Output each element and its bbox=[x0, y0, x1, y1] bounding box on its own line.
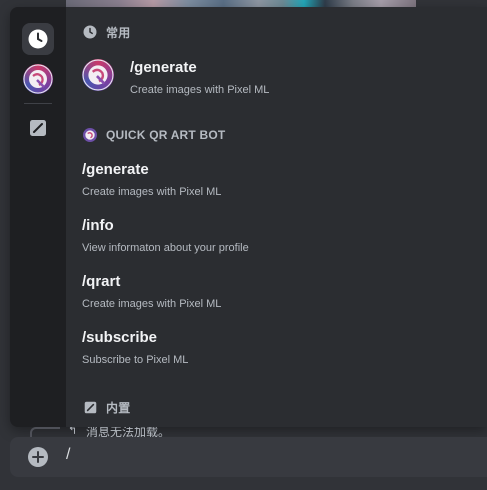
bot-command-qrart[interactable]: /qrart Create images with Pixel ML bbox=[82, 273, 487, 311]
clock-icon bbox=[83, 25, 97, 39]
add-attachment-button[interactable] bbox=[28, 447, 48, 467]
section-builtin-title: 内置 bbox=[106, 400, 131, 415]
command-name: /generate bbox=[82, 161, 149, 178]
message-composer: / bbox=[10, 437, 487, 477]
section-frequent-header: 常用 bbox=[83, 24, 130, 40]
command-description: Subscribe to Pixel ML bbox=[82, 354, 189, 366]
plus-icon bbox=[32, 451, 44, 463]
command-name: /generate bbox=[130, 59, 197, 76]
message-input[interactable]: / bbox=[66, 446, 70, 464]
reply-preview: ↰ 消息无法加载。 bbox=[30, 427, 487, 437]
command-list: 常用 /generate Create images with Pixel ML bbox=[66, 7, 487, 427]
clock-icon bbox=[28, 29, 48, 49]
section-frequent-title: 常用 bbox=[106, 25, 131, 40]
command-description: Create images with Pixel ML bbox=[130, 84, 270, 96]
builtin-icon bbox=[30, 120, 46, 136]
command-name: /qrart bbox=[82, 273, 121, 290]
command-description: View informaton about your profile bbox=[82, 242, 249, 254]
builtin-icon bbox=[83, 400, 97, 414]
reply-arrow-icon: ↰ bbox=[68, 427, 78, 437]
rail-bot-button[interactable] bbox=[22, 63, 54, 95]
bot-avatar-icon bbox=[83, 128, 97, 142]
rail-builtin-button[interactable] bbox=[22, 112, 54, 144]
command-description: Create images with Pixel ML bbox=[82, 298, 222, 310]
command-name: /subscribe bbox=[82, 329, 158, 346]
bot-command-info[interactable]: /info View informaton about your profile bbox=[82, 217, 487, 255]
rail-separator bbox=[24, 103, 52, 104]
bot-command-subscribe[interactable]: /subscribe Subscribe to Pixel ML bbox=[82, 329, 487, 367]
command-description: Create images with Pixel ML bbox=[82, 186, 222, 198]
command-name: /info bbox=[82, 217, 114, 234]
section-builtin-header: 内置 bbox=[83, 399, 130, 415]
reply-preview-text: 消息无法加载。 bbox=[86, 427, 171, 437]
rail-frequent-button[interactable] bbox=[22, 23, 54, 55]
reply-connector bbox=[30, 427, 60, 437]
frequent-command-generate[interactable]: /generate Create images with Pixel ML bbox=[82, 59, 487, 99]
section-bot-header: QUICK QR ART BOT bbox=[83, 127, 225, 143]
command-autocomplete-popup: 常用 /generate Create images with Pixel ML bbox=[10, 7, 487, 427]
bot-command-generate[interactable]: /generate Create images with Pixel ML bbox=[82, 161, 487, 199]
section-bot-title: QUICK QR ART BOT bbox=[106, 128, 226, 142]
bot-avatar-icon bbox=[82, 59, 114, 91]
command-category-rail bbox=[10, 7, 66, 427]
bot-avatar-icon bbox=[23, 64, 53, 94]
